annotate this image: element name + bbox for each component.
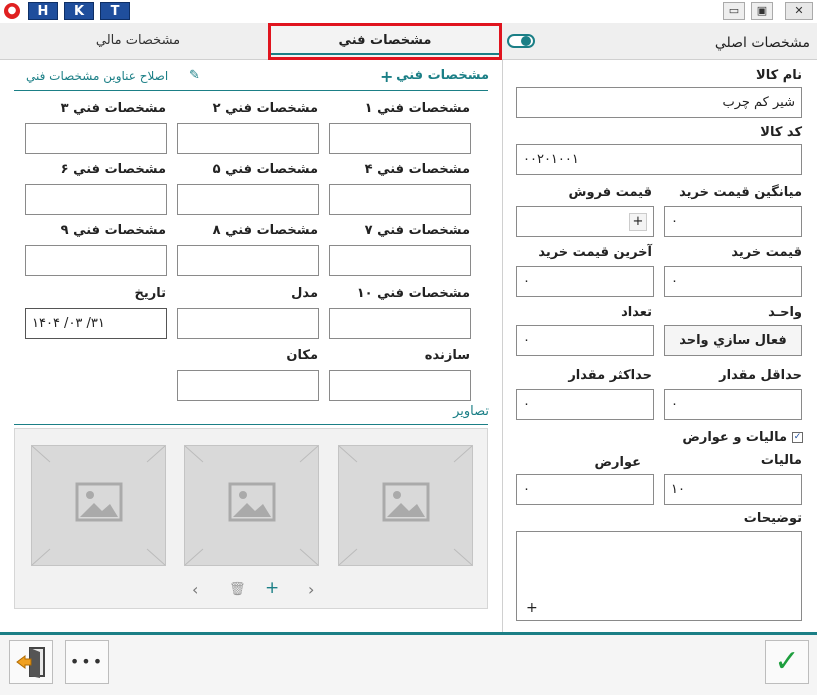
count-field[interactable]: ۰	[516, 325, 654, 356]
date-label: تاريخ	[134, 286, 167, 301]
spec1-label: مشخصات فني ۱	[364, 101, 470, 116]
tax-checkbox-label: ماليات و عوارض	[682, 430, 787, 445]
edit-spec-titles-link[interactable]: اصلاح عناوين مشخصات فني	[26, 69, 168, 83]
tax-checkbox[interactable]: ✓	[792, 432, 803, 443]
count-label: تعداد	[621, 305, 652, 320]
images-header: تصاوير	[453, 404, 489, 419]
model-field[interactable]	[177, 308, 319, 339]
duty-field[interactable]: ۰	[516, 474, 654, 505]
hotkey-h-button[interactable]: H	[28, 2, 58, 20]
spec4-label: مشخصات فني ۴	[364, 162, 470, 177]
max-field[interactable]: ۰	[516, 389, 654, 420]
minimize-button[interactable]: ▭	[723, 2, 745, 20]
spec9-label: مشخصات فني ۹	[60, 223, 166, 238]
spec8-field[interactable]	[177, 245, 319, 276]
maximize-button[interactable]: ▣	[751, 2, 773, 20]
date-field[interactable]: ۱۴۰۴ /۰۳ /۳۱	[25, 308, 167, 339]
last-purchase-field[interactable]: ۰	[516, 266, 654, 297]
tax-label: ماليات	[760, 453, 802, 468]
maker-field[interactable]	[329, 370, 471, 401]
tomato-icon: ●	[4, 3, 20, 19]
maker-label: سازنده	[424, 348, 470, 363]
code-field[interactable]: ۰۰۲۰۱۰۰۱	[516, 144, 802, 175]
purchase-price-label: قيمت خريد	[731, 245, 802, 260]
pencil-icon: ✎	[189, 68, 200, 83]
last-purchase-label: آخرين قيمت خريد	[538, 245, 652, 260]
unit-label: واحـد	[768, 305, 802, 320]
spec2-field[interactable]	[177, 123, 319, 154]
name-field[interactable]: شير کم چرب	[516, 87, 802, 118]
duty-label: عوارض	[594, 455, 641, 470]
spec6-label: مشخصات فني ۶	[60, 162, 166, 177]
model-label: مدل	[291, 286, 318, 301]
tab-technical[interactable]: مشخصات فني	[268, 23, 502, 60]
image-slot-3[interactable]	[31, 445, 166, 566]
hotkey-k-button[interactable]: K	[64, 2, 94, 20]
name-label: نام كالا	[756, 68, 802, 83]
next-image-button[interactable]: ›	[308, 580, 314, 599]
avg-purchase-field[interactable]: ۰	[664, 206, 802, 237]
more-button[interactable]: •••	[65, 640, 109, 684]
add-image-button[interactable]: +	[265, 578, 279, 598]
spec5-label: مشخصات فني ۵	[212, 162, 318, 177]
description-label: توضيحات	[743, 511, 802, 526]
image-slot-2[interactable]	[184, 445, 319, 566]
spec10-label: مشخصات فني ۱۰	[356, 286, 470, 301]
exit-icon	[16, 647, 45, 678]
technical-specs-header: مشخصات فني	[396, 68, 489, 83]
images-underline	[14, 424, 488, 425]
exit-button[interactable]	[9, 640, 53, 684]
hotkey-t-button[interactable]: T	[100, 2, 130, 20]
image-slot-1[interactable]	[338, 445, 473, 566]
spec7-field[interactable]	[329, 245, 471, 276]
add-spec-button[interactable]: +	[380, 67, 393, 86]
tab-main[interactable]: مشخصات اصلي	[560, 23, 810, 60]
min-label: حداقل مقدار	[719, 368, 802, 383]
spec4-field[interactable]	[329, 184, 471, 215]
purchase-price-field[interactable]: ۰	[664, 266, 802, 297]
sale-price-add-button[interactable]: +	[629, 213, 647, 231]
tax-field[interactable]: ۱۰	[664, 474, 802, 505]
description-field[interactable]	[516, 531, 802, 621]
sale-price-label: قيمت فروش	[568, 185, 652, 200]
panel-divider	[502, 60, 503, 632]
spec9-field[interactable]	[25, 245, 167, 276]
spec6-field[interactable]	[25, 184, 167, 215]
toggle-knob	[521, 36, 531, 46]
max-label: حداکثر مقدار	[568, 368, 652, 383]
spec1-field[interactable]	[329, 123, 471, 154]
spec2-label: مشخصات فني ۲	[212, 101, 318, 116]
description-add-button[interactable]: +	[526, 600, 538, 616]
confirm-button[interactable]: ✓	[765, 640, 809, 684]
avg-purchase-label: ميانگين قيمت خريد	[679, 185, 802, 200]
spec8-label: مشخصات فني ۸	[212, 223, 318, 238]
footer-bar	[0, 635, 817, 695]
location-label: مکان	[286, 348, 318, 363]
spec7-label: مشخصات فني ۷	[364, 223, 470, 238]
spec3-label: مشخصات فني ۳	[60, 101, 166, 116]
delete-image-icon[interactable]: 🗑	[229, 582, 246, 597]
code-label: کد کالا	[760, 125, 802, 140]
spec5-field[interactable]	[177, 184, 319, 215]
close-button[interactable]: ✕	[785, 2, 813, 20]
prev-image-button[interactable]: ‹	[192, 580, 198, 599]
header-underline	[14, 90, 488, 91]
min-field[interactable]: ۰	[664, 389, 802, 420]
tab-financial[interactable]: مشخصات مالي	[8, 23, 268, 60]
location-field[interactable]	[177, 370, 319, 401]
activate-unit-button[interactable]: فعال سازي واحد	[664, 325, 802, 356]
spec3-field[interactable]	[25, 123, 167, 154]
spec10-field[interactable]	[329, 308, 471, 339]
